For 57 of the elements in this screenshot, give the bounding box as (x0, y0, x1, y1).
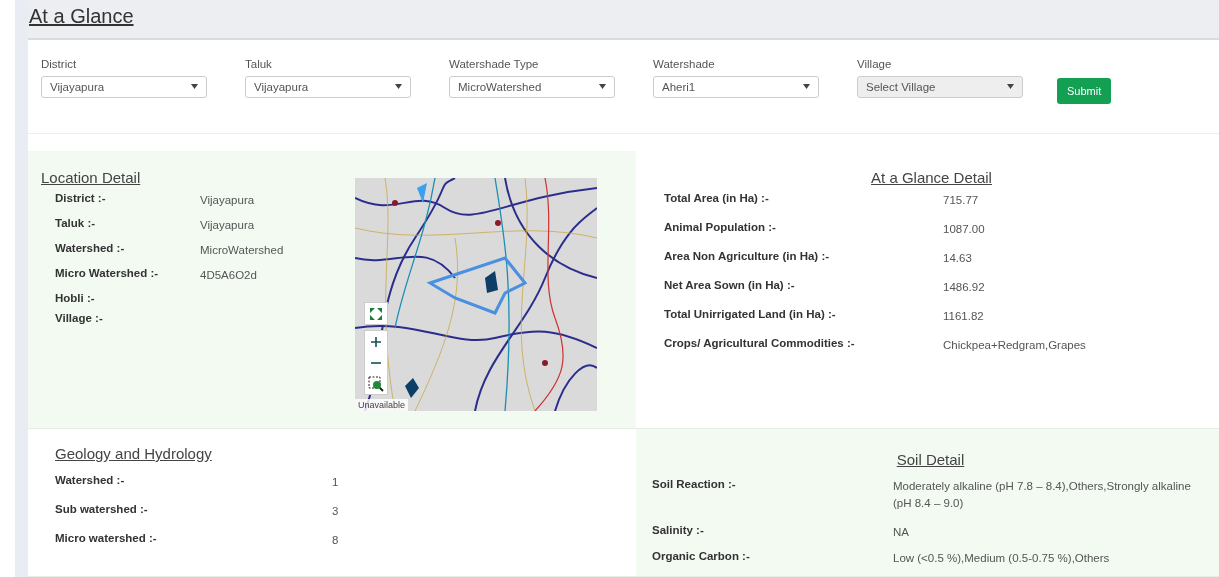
section-title: Location Detail (41, 169, 142, 186)
field-label: Village (857, 57, 893, 70)
field-value: Low (<0.5 %),Medium (0.5-0.75 %),Others (893, 551, 1111, 566)
page-title: At a Glance (29, 5, 134, 28)
field-label: Watershade (653, 57, 716, 70)
field-label: Animal Population :- (664, 221, 777, 233)
section-title: At a Glance Detail (870, 169, 993, 186)
section-title: Soil Detail (895, 451, 966, 468)
map-attribution: Unavailable (355, 399, 409, 411)
select-field[interactable]: Vijayapura (41, 75, 207, 98)
field-label: District (41, 57, 78, 70)
field-value: 8 (332, 533, 340, 548)
zoom-box-icon[interactable] (365, 373, 387, 394)
field-value: 3 (332, 504, 340, 519)
field-label: Taluk (245, 57, 273, 70)
caret-icon (395, 84, 402, 90)
field-value: Vijayapura (200, 193, 256, 208)
field-label: Total Area (in Ha) :- (664, 192, 770, 204)
caret-icon (803, 84, 810, 90)
caret-icon (191, 84, 198, 90)
field-value: 715.77 (943, 193, 980, 208)
caret-icon (599, 84, 606, 90)
field-label: Watershed :- (55, 242, 126, 254)
field-value: 1087.00 (943, 222, 986, 237)
field-value: 1161.82 (943, 309, 985, 324)
field-value: 4D5A6O2d (200, 268, 258, 283)
section-title: Geology and Hydrology (55, 445, 213, 462)
field-value: Chickpea+Redgram,Grapes (943, 338, 1087, 353)
select-field[interactable]: Vijayapura (245, 75, 411, 98)
field-label: Village :- (55, 312, 104, 324)
field-label: Taluk :- (55, 217, 97, 229)
field-value: Moderately alkaline (pH 7.8 – 8.4),Others,Strongly alkaline (pH 8.4 – 9.0) (893, 479, 1192, 512)
field-label: Crops/ Agricultural Commodities :- (664, 337, 856, 349)
field-label: Soil Reaction :- (652, 478, 737, 490)
field-label: Net Area Sown (in Ha) :- (664, 279, 796, 291)
field-value: 14.63 (943, 251, 973, 266)
field-label: District :- (55, 192, 107, 204)
field-value: NA (893, 525, 910, 540)
select-field[interactable]: Aheri1 (653, 75, 819, 98)
field-value: 1486.92 (943, 280, 986, 295)
field-label: Organic Carbon :- (652, 550, 751, 562)
field-label: Watershed :- (55, 474, 126, 486)
field-label: Area Non Agriculture (in Ha) :- (664, 250, 831, 262)
field-label: Total Unirrigated Land (in Ha) :- (664, 308, 837, 320)
field-label: Watershade Type (449, 57, 540, 70)
field-label: Micro watershed :- (55, 532, 158, 544)
field-value: 1 (332, 475, 340, 490)
field-value: MicroWatershed (200, 243, 285, 258)
field-label: Micro Watershed :- (55, 267, 160, 279)
fullscreen-button[interactable] (364, 302, 388, 325)
field-value: Vijayapura (200, 218, 256, 233)
field-label: Salinity :- (652, 524, 705, 536)
caret-icon (1007, 84, 1014, 90)
field-label: Hobli :- (55, 292, 96, 304)
field-label: Sub watershed :- (55, 503, 149, 515)
fullscreen-icon (368, 305, 384, 322)
select-field[interactable]: MicroWatershed (449, 75, 615, 98)
